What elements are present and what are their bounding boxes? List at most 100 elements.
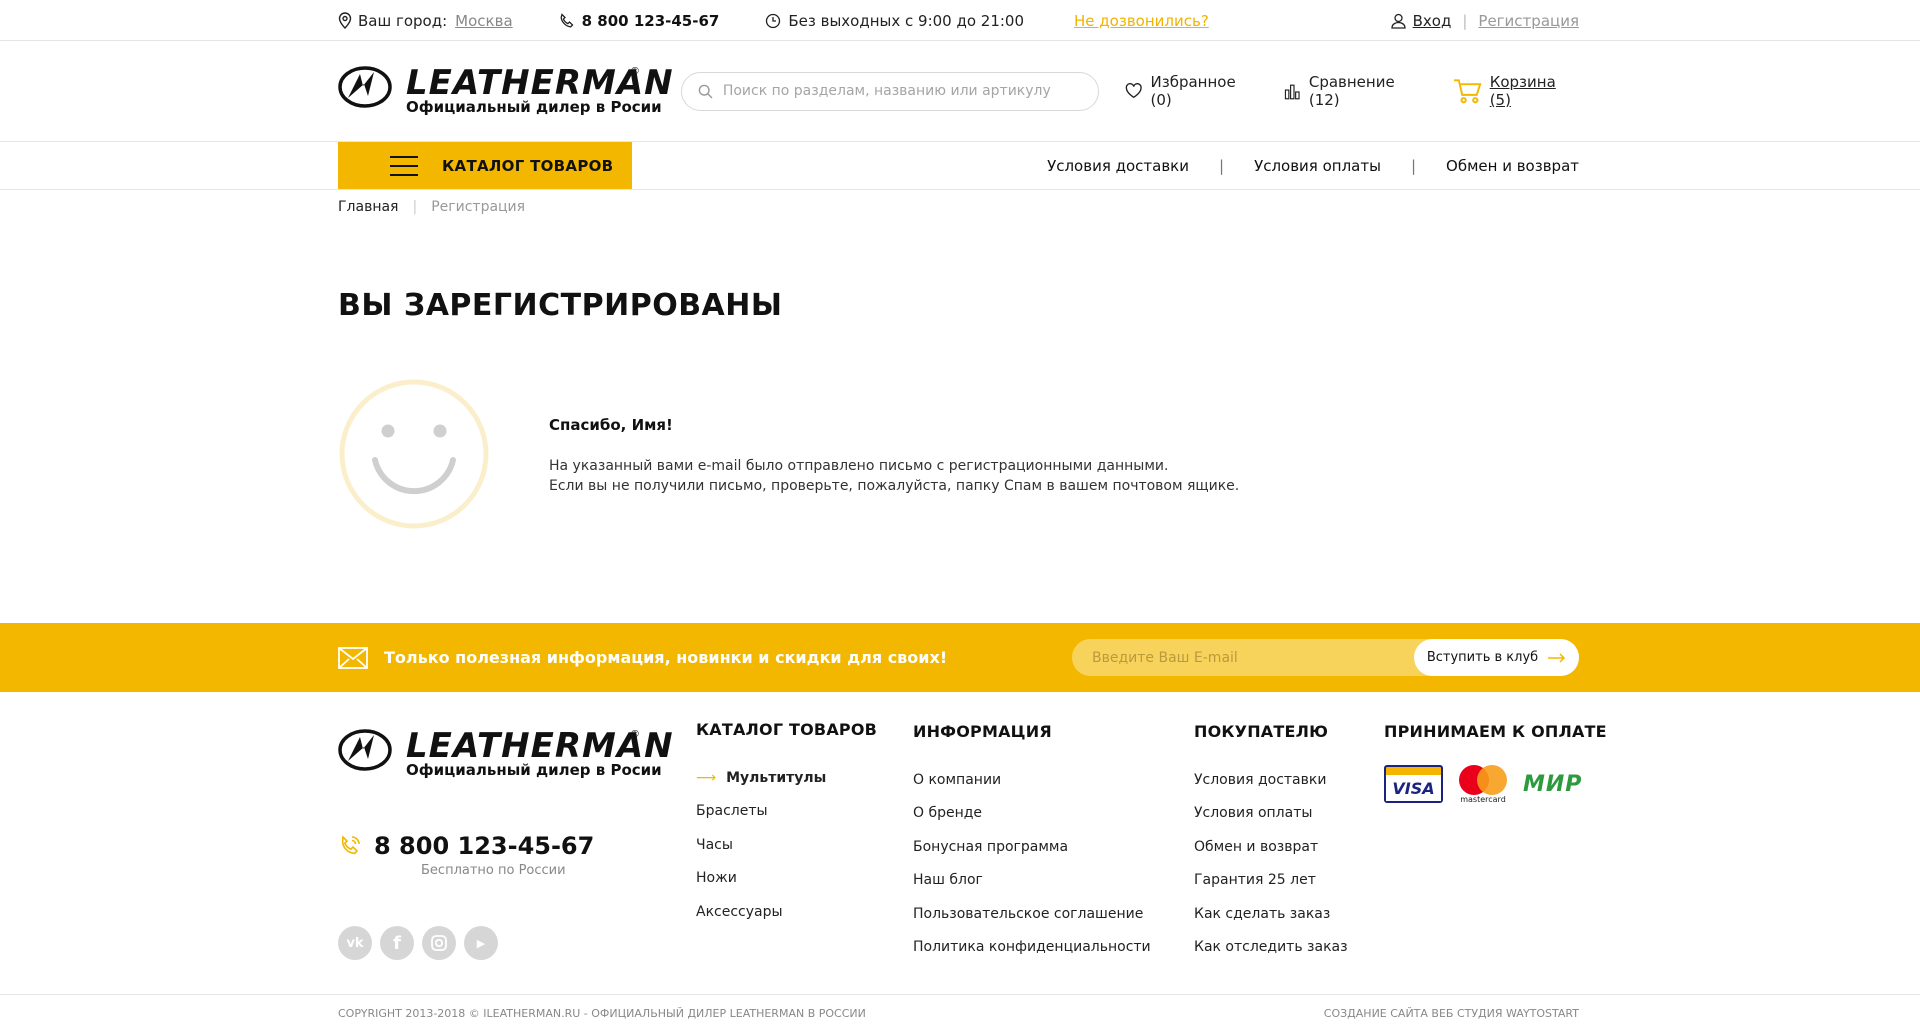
- payment-icons: VISA mastercard МИР: [1384, 763, 1607, 805]
- studio-credit-link[interactable]: СОЗДАНИЕ САЙТА ВЕБ СТУДИЯ WAYTOSTART: [1324, 1007, 1579, 1020]
- callback-link[interactable]: Не дозвонились?: [1074, 12, 1209, 30]
- message-line-1: На указанный вами e-mail было отправлено…: [549, 458, 1169, 474]
- header: LEATHERMAN ® Официальный дилер в Росии И…: [0, 41, 1920, 141]
- nav-separator: |: [1219, 156, 1225, 175]
- footer-info-item[interactable]: Наш блог: [913, 864, 1151, 898]
- location-pin-icon: [338, 12, 352, 29]
- subscribe-email-input[interactable]: [1092, 649, 1402, 666]
- footer-info-item[interactable]: О бренде: [913, 797, 1151, 831]
- footer-info-item[interactable]: Политика конфиденциальности: [913, 931, 1151, 965]
- footer-buyer-item[interactable]: Как сделать заказ: [1194, 897, 1348, 931]
- breadcrumb-separator: |: [412, 199, 418, 215]
- copyright-text: COPYRIGHT 2013-2018 © ILEATHERMAN.RU - О…: [338, 1007, 866, 1020]
- vk-icon[interactable]: vk: [338, 926, 372, 960]
- join-club-label: Вступить в клуб: [1426, 650, 1539, 665]
- join-club-button[interactable]: Вступить в клуб: [1414, 639, 1579, 676]
- footer-catalog-item[interactable]: ⟶ Мультитулы: [696, 761, 877, 795]
- city-link[interactable]: Москва: [455, 12, 512, 30]
- instagram-icon[interactable]: [422, 926, 456, 960]
- city-selector: Ваш город: Москва: [338, 12, 513, 30]
- login-link[interactable]: Вход: [1413, 12, 1452, 30]
- top-phone-number: 8 800 123-45-67: [581, 11, 720, 30]
- subscribe-text: Только полезная информация, новинки и ск…: [384, 648, 948, 667]
- message-line-2: Если вы не получили письмо, проверьте, п…: [549, 478, 1240, 494]
- leatherman-logo-icon: [338, 65, 392, 108]
- phone-ringing-icon: [341, 835, 360, 855]
- favorites-link[interactable]: Избранное (0): [1125, 73, 1258, 109]
- menu-icon: [390, 155, 418, 176]
- subscribe-band: Только полезная информация, новинки и ск…: [0, 623, 1920, 692]
- breadcrumb-home[interactable]: Главная: [338, 199, 398, 215]
- copyright-bar: COPYRIGHT 2013-2018 © ILEATHERMAN.RU - О…: [0, 994, 1920, 1028]
- youtube-icon[interactable]: ▶: [464, 926, 498, 960]
- footer-info-item[interactable]: О компании: [913, 763, 1151, 797]
- search-icon[interactable]: [698, 84, 713, 99]
- footer-payment-title: ПРИНИМАЕМ К ОПЛАТЕ: [1384, 722, 1607, 741]
- mir-icon: МИР: [1523, 771, 1583, 797]
- leatherman-logo-icon: [338, 729, 392, 771]
- compare-link[interactable]: Сравнение (12): [1284, 73, 1426, 109]
- clock-icon: [766, 13, 781, 28]
- nav-link-payment[interactable]: Условия оплаты: [1254, 157, 1381, 175]
- nav-link-delivery[interactable]: Условия доставки: [1047, 157, 1189, 175]
- working-hours-text: Без выходных с 9:00 до 21:00: [788, 11, 1025, 30]
- compare-chart-icon: [1285, 84, 1300, 99]
- city-label: Ваш город:: [358, 11, 448, 30]
- footer-buyer-item[interactable]: Условия оплаты: [1194, 797, 1348, 831]
- footer-payment-column: ПРИНИМАЕМ К ОПЛАТЕ VISA mastercard МИР: [1384, 722, 1607, 805]
- auth-separator: |: [1462, 11, 1468, 30]
- mastercard-icon: mastercard: [1457, 763, 1509, 805]
- facebook-icon[interactable]: f: [380, 926, 414, 960]
- breadcrumb-current: Регистрация: [431, 199, 526, 215]
- registration-message: На указанный вами e-mail было отправлено…: [549, 456, 1239, 496]
- footer-phone[interactable]: 8 800 123-45-67: [338, 832, 594, 860]
- cart-label: Корзина (5): [1489, 73, 1556, 109]
- nav-separator: |: [1410, 156, 1417, 175]
- favorites-label: Избранное (0): [1150, 73, 1236, 109]
- logo-subtitle: Официальный дилер в Росии: [406, 97, 662, 116]
- search-input[interactable]: [722, 83, 1083, 99]
- catalog-button-label: КАТАЛОГ ТОВАРОВ: [442, 156, 614, 175]
- heart-icon: [1125, 83, 1142, 99]
- search-box: [680, 71, 1100, 111]
- footer-buyer-item[interactable]: Обмен и возврат: [1194, 830, 1348, 864]
- user-icon: [1390, 13, 1406, 29]
- footer-info-item[interactable]: Бонусная программа: [913, 830, 1151, 864]
- footer-phone-note: Бесплатно по России: [421, 863, 566, 878]
- header-actions: Избранное (0) Сравнение (12) Корзина (5): [1099, 73, 1579, 109]
- main-nav: КАТАЛОГ ТОВАРОВ Условия доставки | Услов…: [0, 141, 1920, 190]
- logo-registered-mark: ®: [630, 65, 640, 77]
- logo-subtitle: Официальный дилер в Росии: [406, 761, 662, 779]
- arrow-right-icon: ⟶: [696, 769, 717, 786]
- footer-catalog-item[interactable]: Аксессуары: [696, 895, 877, 929]
- phone-icon: [560, 12, 574, 27]
- subscribe-form: Вступить в клуб: [1072, 639, 1579, 676]
- footer-buyer-item[interactable]: Гарантия 25 лет: [1194, 864, 1348, 898]
- nav-link-returns[interactable]: Обмен и возврат: [1446, 157, 1579, 175]
- thanks-heading: Спасибо, Имя!: [549, 416, 673, 434]
- cart-link[interactable]: Корзина (5): [1453, 73, 1579, 109]
- footer-logo[interactable]: LEATHERMAN ® Официальный дилер в Росии: [338, 727, 673, 782]
- catalog-button[interactable]: КАТАЛОГ ТОВАРОВ: [338, 142, 632, 189]
- social-links: vk f ▶: [338, 926, 498, 960]
- footer-info-item[interactable]: Пользовательское соглашение: [913, 897, 1151, 931]
- working-hours: Без выходных с 9:00 до 21:00: [765, 12, 1024, 30]
- smiley-icon: [339, 379, 489, 529]
- site-logo[interactable]: LEATHERMAN ® Официальный дилер в Росии: [338, 64, 673, 119]
- page-title: ВЫ ЗАРЕГИСТРИРОВАНЫ: [338, 288, 783, 323]
- cart-icon: [1453, 79, 1482, 104]
- arrow-right-icon: [1548, 652, 1566, 663]
- register-link[interactable]: Регистрация: [1478, 12, 1579, 30]
- visa-icon: VISA: [1384, 765, 1443, 803]
- footer: LEATHERMAN ® Официальный дилер в Росии 8…: [0, 692, 1920, 994]
- footer-catalog-item[interactable]: Ножи: [696, 862, 877, 896]
- logo-registered-mark: ®: [630, 729, 640, 740]
- footer-catalog-item[interactable]: Браслеты: [696, 795, 877, 829]
- footer-catalog-item[interactable]: Часы: [696, 828, 877, 862]
- footer-buyer-item[interactable]: Как отследить заказ: [1194, 931, 1348, 965]
- envelope-icon: [338, 646, 368, 669]
- footer-buyer-item[interactable]: Условия доставки: [1194, 763, 1348, 797]
- footer-buyer-title: ПОКУПАТЕЛЮ: [1194, 722, 1329, 741]
- top-phone[interactable]: 8 800 123-45-67: [559, 11, 720, 30]
- nav-links: Условия доставки | Условия оплаты | Обме…: [1047, 157, 1579, 175]
